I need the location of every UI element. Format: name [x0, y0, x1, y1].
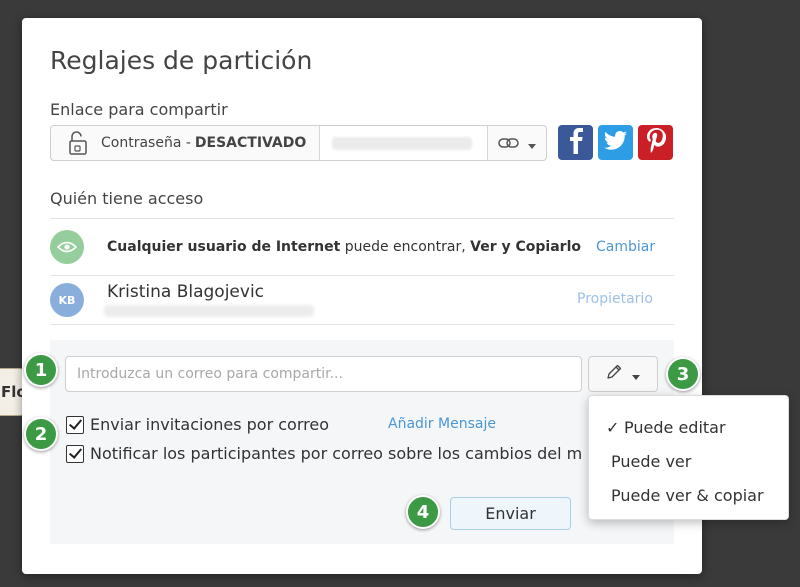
menu-item-can-view[interactable]: Puede ver — [589, 444, 788, 478]
access-section-label: Quién tiene acceso — [50, 189, 204, 208]
divider — [50, 218, 674, 219]
pinterest-share-button[interactable] — [638, 125, 673, 160]
pencil-icon — [606, 364, 622, 384]
menu-item-label: Puede ver & copiar — [611, 485, 764, 505]
chevron-down-icon — [632, 365, 640, 384]
divider — [50, 275, 674, 276]
send-button[interactable]: Enviar — [450, 497, 571, 530]
permission-dropdown-button[interactable] — [588, 356, 658, 392]
public-access-description: Cualquier usuario de Internet puede enco… — [107, 239, 581, 255]
step-badge-4: 4 — [406, 495, 440, 529]
notify-checkbox-row[interactable]: Notificar los participantes por correo s… — [66, 444, 588, 463]
share-link-label: Enlace para compartir — [50, 100, 228, 119]
step-badge-1: 1 — [24, 353, 58, 387]
send-invites-label: Enviar invitaciones por correo — [90, 415, 329, 434]
link-icon — [498, 134, 522, 153]
password-toggle[interactable]: Contraseña - DESACTIVADO — [51, 126, 320, 160]
share-url-field[interactable] — [320, 126, 488, 160]
avatar: KB — [50, 283, 84, 317]
share-link-bar: Contraseña - DESACTIVADO — [50, 125, 547, 161]
public-access-who: Cualquier usuario de Internet — [107, 239, 341, 255]
public-access-middle: puede encontrar, — [340, 239, 471, 255]
background-tab: Flo — [0, 368, 24, 416]
menu-item-can-view-copy[interactable]: Puede ver & copiar — [589, 478, 788, 512]
facebook-share-button[interactable] — [558, 125, 593, 160]
twitter-icon — [603, 130, 628, 155]
public-access-permission: Ver y Copiarlo — [470, 239, 581, 255]
share-url-redacted — [332, 137, 472, 150]
pinterest-icon — [646, 127, 666, 158]
notify-checkbox[interactable] — [66, 444, 84, 463]
send-invites-checkbox-row[interactable]: Enviar invitaciones por correo — [66, 415, 329, 434]
step-badge-2: 2 — [24, 417, 58, 451]
facebook-icon — [566, 127, 586, 158]
divider — [50, 324, 674, 325]
password-state: DESACTIVADO — [194, 135, 307, 151]
twitter-share-button[interactable] — [598, 125, 633, 160]
step-badge-3: 3 — [666, 357, 700, 391]
send-invites-checkbox[interactable] — [66, 415, 84, 434]
chevron-down-icon — [528, 134, 536, 153]
menu-item-label: Puede ver — [611, 451, 692, 471]
user-email-redacted — [104, 305, 314, 317]
unlock-icon — [67, 130, 89, 156]
eye-icon — [56, 238, 78, 257]
change-access-link[interactable]: Cambiar — [596, 239, 655, 255]
owner-role-label: Propietario — [577, 291, 653, 307]
user-name: Kristina Blagojevic — [107, 282, 265, 302]
notify-label: Notificar los participantes por correo s… — [90, 444, 583, 463]
public-access-avatar — [50, 230, 84, 264]
add-message-link[interactable]: Añadir Mensaje — [388, 416, 496, 432]
password-label: Contraseña - — [101, 135, 191, 151]
invite-email-input[interactable] — [65, 356, 582, 392]
menu-item-can-edit[interactable]: ✓ Puede editar — [589, 410, 788, 444]
permission-menu: ✓ Puede editar Puede ver Puede ver & cop… — [588, 395, 789, 520]
dialog-title: Reglajes de partición — [50, 46, 313, 75]
link-options-button[interactable] — [488, 126, 546, 160]
menu-item-label: Puede editar — [624, 417, 726, 437]
